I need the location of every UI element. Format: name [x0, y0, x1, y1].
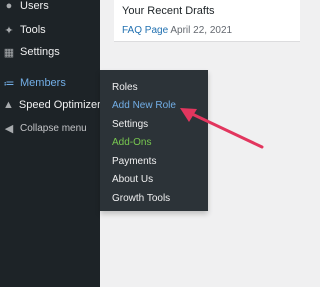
arrow-annotation-icon: [180, 108, 264, 149]
